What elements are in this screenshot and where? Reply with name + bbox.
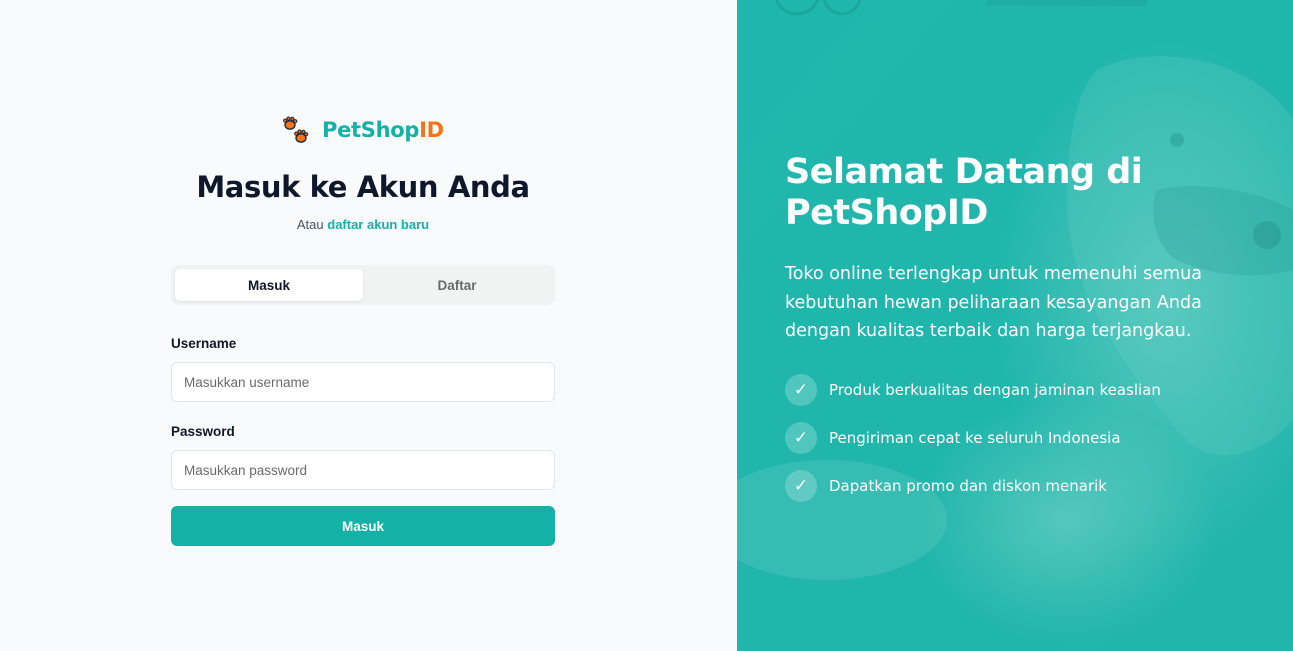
welcome-description: Toko online terlengkap untuk memenuhi se… xyxy=(785,264,1202,341)
register-link[interactable]: daftar akun baru xyxy=(327,217,429,232)
login-button[interactable]: Masuk xyxy=(171,506,555,546)
brand-logo[interactable]: PetShopID xyxy=(282,116,444,144)
feature-item: ✓ Dapatkan promo dan diskon menarik xyxy=(785,470,1161,502)
login-panel: PetShopID Masuk ke Akun Anda Atau daftar… xyxy=(0,0,737,651)
feature-item: ✓ Pengiriman cepat ke seluruh Indonesia xyxy=(785,422,1161,454)
checkmark-icon: ✓ xyxy=(785,422,817,454)
auth-tabs: Masuk Daftar xyxy=(171,265,555,305)
login-page: PetShopID Masuk ke Akun Anda Atau daftar… xyxy=(0,0,1293,651)
register-prompt-text: Atau xyxy=(296,217,324,232)
username-input[interactable] xyxy=(171,362,555,402)
feature-text: Pengiriman cepat ke seluruh Indonesia xyxy=(829,429,1121,447)
welcome-title: Selamat Datang di PetShopID xyxy=(785,152,1143,233)
feature-list: ✓ Produk berkualitas dengan jaminan keas… xyxy=(785,374,1161,518)
password-label: Password xyxy=(171,424,235,439)
password-input[interactable] xyxy=(171,450,555,490)
feature-text: Produk berkualitas dengan jaminan keasli… xyxy=(829,381,1161,399)
paw-prints-icon xyxy=(282,116,310,144)
feature-item: ✓ Produk berkualitas dengan jaminan keas… xyxy=(785,374,1161,406)
checkmark-icon: ✓ xyxy=(785,470,817,502)
username-label: Username xyxy=(171,336,237,351)
brand-name: PetShopID xyxy=(322,118,444,142)
register-prompt: Atau daftar akun baru xyxy=(0,217,726,232)
tab-masuk[interactable]: Masuk xyxy=(175,269,363,301)
tab-daftar[interactable]: Daftar xyxy=(363,269,551,301)
feature-text: Dapatkan promo dan diskon menarik xyxy=(829,477,1107,495)
page-title: Masuk ke Akun Anda xyxy=(196,170,530,204)
welcome-panel: Selamat Datang di PetShopID Toko online … xyxy=(737,0,1293,651)
checkmark-icon: ✓ xyxy=(785,374,817,406)
